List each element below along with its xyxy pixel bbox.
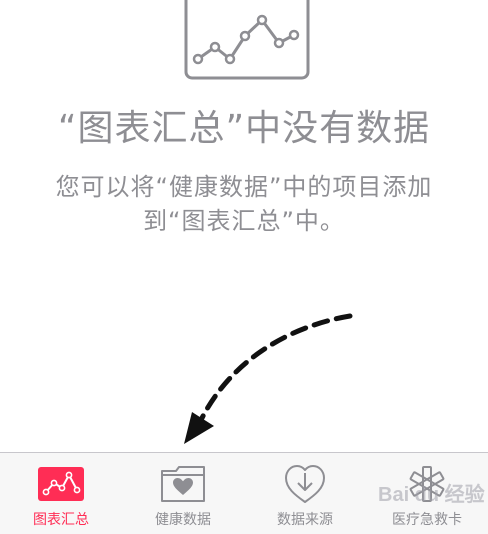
dashed-arrow-icon xyxy=(184,313,353,444)
tab-dashboard[interactable]: 图表汇总 xyxy=(0,453,122,534)
health-app-screen: “图表汇总”中没有数据 您可以将“健康数据”中的项目添加 到“图表汇总”中。 图… xyxy=(0,0,488,534)
empty-state-title: “图表汇总”中没有数据 xyxy=(57,108,431,149)
tab-bar: 图表汇总 健康数据 数据来源 医疗急救卡 xyxy=(0,452,488,534)
dashboard-chart-icon xyxy=(36,463,86,505)
empty-state-description-line: 您可以将“健康数据”中的项目添加 xyxy=(55,173,433,201)
sources-download-icon xyxy=(280,463,330,505)
medical-id-icon xyxy=(402,463,452,505)
tab-label: 医疗急救卡 xyxy=(392,512,462,528)
tab-health-data[interactable]: 健康数据 xyxy=(122,453,244,534)
empty-state-description: 您可以将“健康数据”中的项目添加 到“图表汇总”中。 xyxy=(0,170,488,238)
empty-state-description-line: 到“图表汇总”中。 xyxy=(143,207,345,235)
line-chart-icon xyxy=(184,0,310,80)
tab-medical-id[interactable]: 医疗急救卡 xyxy=(366,453,488,534)
tab-sources[interactable]: 数据来源 xyxy=(244,453,366,534)
tab-label: 数据来源 xyxy=(277,512,333,528)
tab-label: 图表汇总 xyxy=(33,512,89,528)
health-data-folder-icon xyxy=(158,463,208,505)
tab-label: 健康数据 xyxy=(155,512,211,528)
